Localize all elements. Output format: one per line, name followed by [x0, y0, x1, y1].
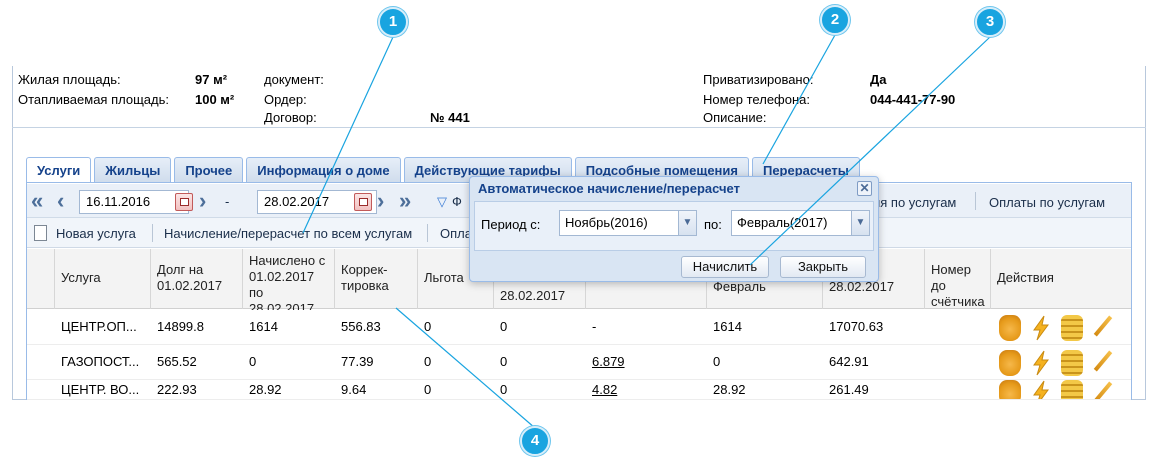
callout-line-3: [749, 36, 991, 266]
callout-line-2: [762, 34, 836, 165]
callout-badge-3: 3: [975, 7, 1005, 37]
callout-lines: [302, 34, 991, 429]
callout-line-4: [395, 307, 536, 429]
callout-badge-2: 2: [820, 5, 850, 35]
callout-badge-4: 4: [520, 426, 550, 456]
callout-line-1: [302, 36, 394, 234]
callout-badge-1: 1: [378, 7, 408, 37]
